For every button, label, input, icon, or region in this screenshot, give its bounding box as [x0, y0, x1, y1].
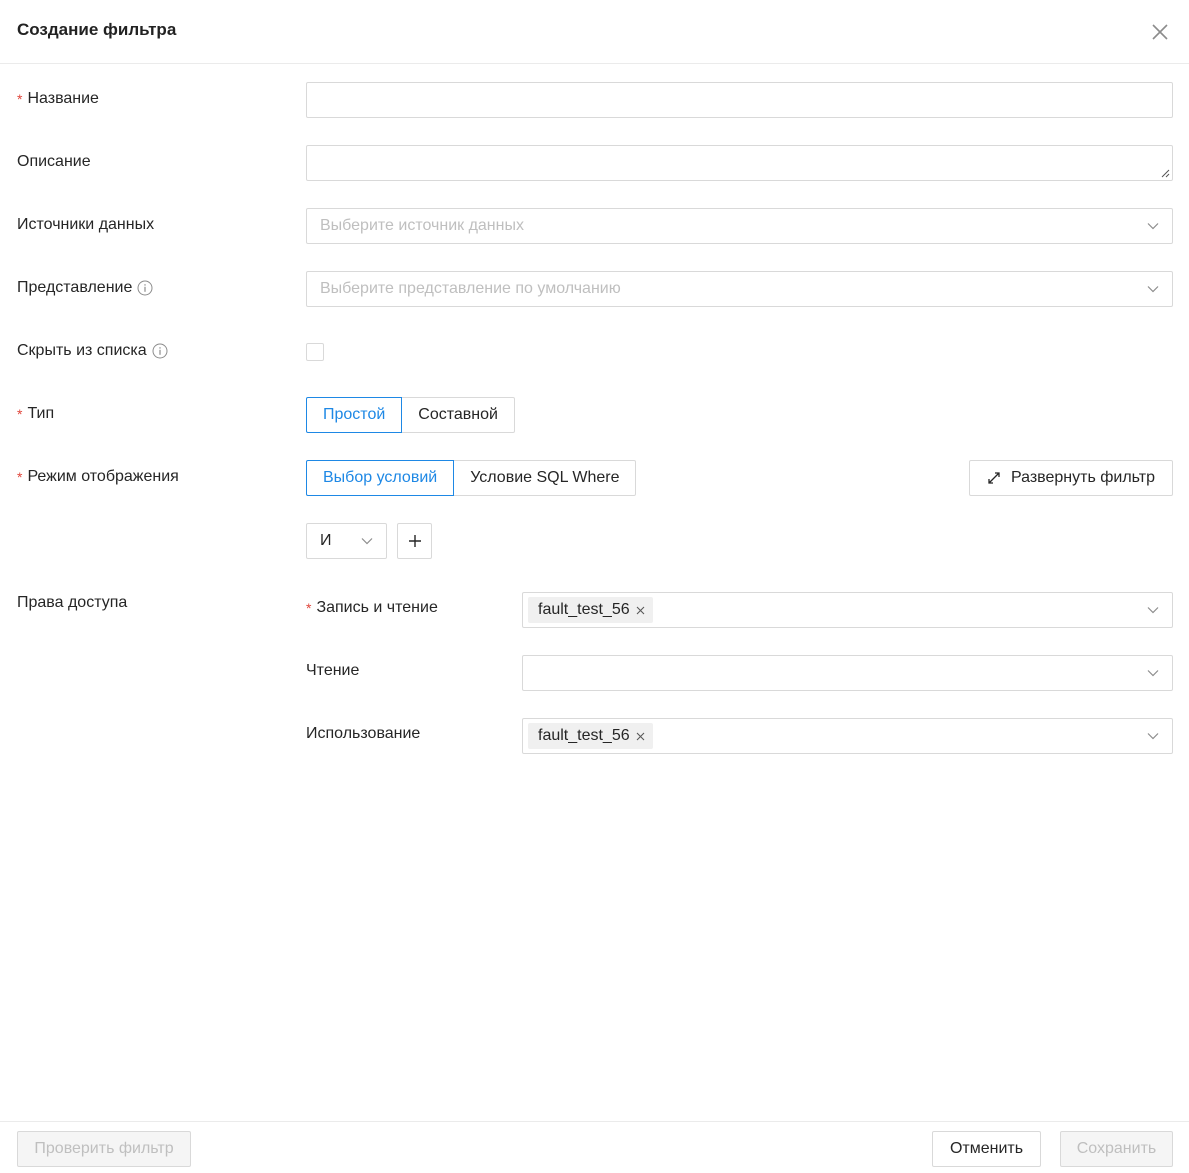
- hide-label: Скрыть из списка: [17, 342, 168, 360]
- type-segmented: Простой Составной: [306, 397, 515, 433]
- type-option-composite[interactable]: Составной: [402, 397, 515, 433]
- usage-select[interactable]: fault_test_56: [522, 718, 1173, 754]
- close-icon[interactable]: [1150, 22, 1170, 42]
- view-label: Представление: [17, 279, 153, 297]
- save-button[interactable]: Сохранить: [1060, 1131, 1173, 1167]
- chevron-down-icon: [1147, 223, 1159, 230]
- resize-grip-icon[interactable]: [1160, 168, 1170, 178]
- description-label: Описание: [17, 153, 91, 170]
- operator-select[interactable]: И: [306, 523, 387, 559]
- display-mode-segmented: Выбор условий Условие SQL Where: [306, 460, 637, 496]
- operator-value: И: [320, 532, 332, 549]
- view-select[interactable]: Выберите представление по умолчанию: [306, 271, 1173, 307]
- access-label: Права доступа: [17, 594, 128, 611]
- type-option-simple[interactable]: Простой: [306, 397, 403, 433]
- datasources-label: Источники данных: [17, 216, 155, 233]
- user-tag: fault_test_56: [528, 597, 653, 623]
- expand-arrows-icon: [988, 472, 1000, 484]
- required-mark: *: [306, 600, 312, 616]
- required-mark: *: [17, 91, 23, 107]
- description-textarea[interactable]: [306, 145, 1173, 181]
- type-label: * Тип: [17, 405, 55, 422]
- read-label: Чтение: [306, 662, 360, 679]
- dialog-title: Создание фильтра: [17, 20, 177, 39]
- name-label: * Название: [17, 90, 99, 107]
- info-icon[interactable]: [137, 280, 153, 296]
- add-condition-button[interactable]: [397, 523, 432, 559]
- write-read-label: * Запись и чтение: [306, 599, 438, 616]
- usage-label: Использование: [306, 725, 421, 742]
- mode-option-sql-where[interactable]: Условие SQL Where: [454, 460, 637, 496]
- chevron-down-icon: [361, 538, 373, 545]
- chevron-down-icon: [1147, 286, 1159, 293]
- read-select[interactable]: [522, 655, 1173, 691]
- plus-icon: [408, 535, 421, 547]
- chevron-down-icon: [1147, 733, 1159, 740]
- chevron-down-icon: [1147, 607, 1159, 614]
- datasources-select[interactable]: Выберите источник данных: [306, 208, 1173, 244]
- display-mode-label: * Режим отображения: [17, 468, 179, 485]
- name-input[interactable]: [306, 82, 1173, 118]
- cancel-button[interactable]: Отменить: [932, 1131, 1041, 1167]
- remove-tag-icon[interactable]: [636, 606, 645, 615]
- chevron-down-icon: [1147, 670, 1159, 677]
- datasources-placeholder: Выберите источник данных: [320, 217, 524, 234]
- required-mark: *: [17, 406, 23, 422]
- required-mark: *: [17, 469, 23, 485]
- check-filter-button[interactable]: Проверить фильтр: [17, 1131, 191, 1167]
- hide-checkbox[interactable]: [306, 343, 324, 361]
- mode-option-conditions[interactable]: Выбор условий: [306, 460, 455, 496]
- view-placeholder: Выберите представление по умолчанию: [320, 280, 621, 297]
- dialog-header: Создание фильтра: [0, 0, 1189, 64]
- remove-tag-icon[interactable]: [636, 732, 645, 741]
- expand-filter-button[interactable]: Развернуть фильтр: [969, 460, 1173, 496]
- write-read-select[interactable]: fault_test_56: [522, 592, 1173, 628]
- info-icon[interactable]: [152, 343, 168, 359]
- user-tag: fault_test_56: [528, 723, 653, 749]
